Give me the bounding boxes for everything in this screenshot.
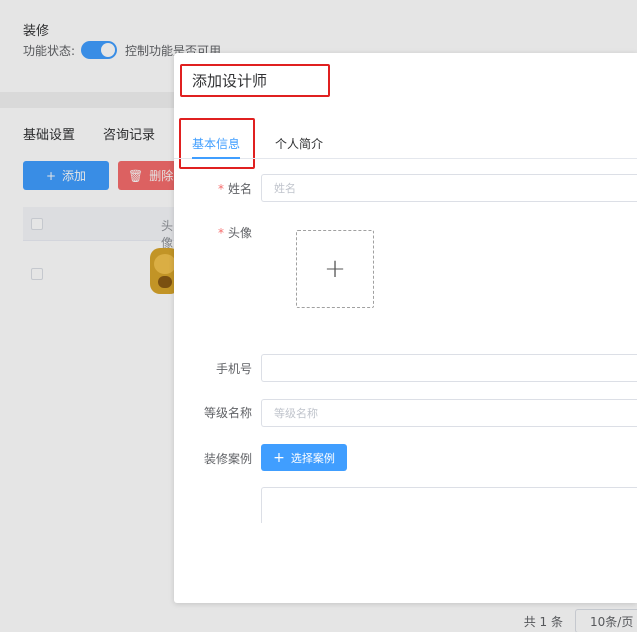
name-input[interactable] [261,174,637,202]
tab-bar-line [174,158,637,159]
add-designer-dialog: 添加设计师 基本信息 个人简介 *姓名 *头像 + 手机号 等级名称 装修案例 … [174,53,637,603]
required-mark: * [217,182,224,196]
tab-personal-intro[interactable]: 个人简介 [275,135,323,152]
phone-label: 手机号 [215,362,252,376]
select-cases-button[interactable]: + 选择案例 [261,444,347,471]
select-cases-label: 选择案例 [290,451,335,465]
plus-icon: + [324,254,346,284]
cases-label: 装修案例 [203,452,252,466]
avatar-label: * 头像 [174,224,252,241]
name-label-text: 姓名 [227,182,252,196]
tab-basic-info[interactable]: 基本信息 [192,135,240,152]
avatar-uploader[interactable]: + [296,230,374,308]
level-label: 等级名称 [203,406,252,420]
required-mark: * [217,226,224,240]
level-input[interactable] [261,399,637,427]
active-tab-indicator [192,157,240,159]
plus-icon: + [273,449,285,466]
avatar-label-text: 头像 [227,226,252,240]
dialog-title: 添加设计师 [180,64,330,97]
name-label: * 姓名 [174,180,252,197]
cases-list-box[interactable] [261,487,637,523]
phone-input[interactable] [261,354,637,382]
